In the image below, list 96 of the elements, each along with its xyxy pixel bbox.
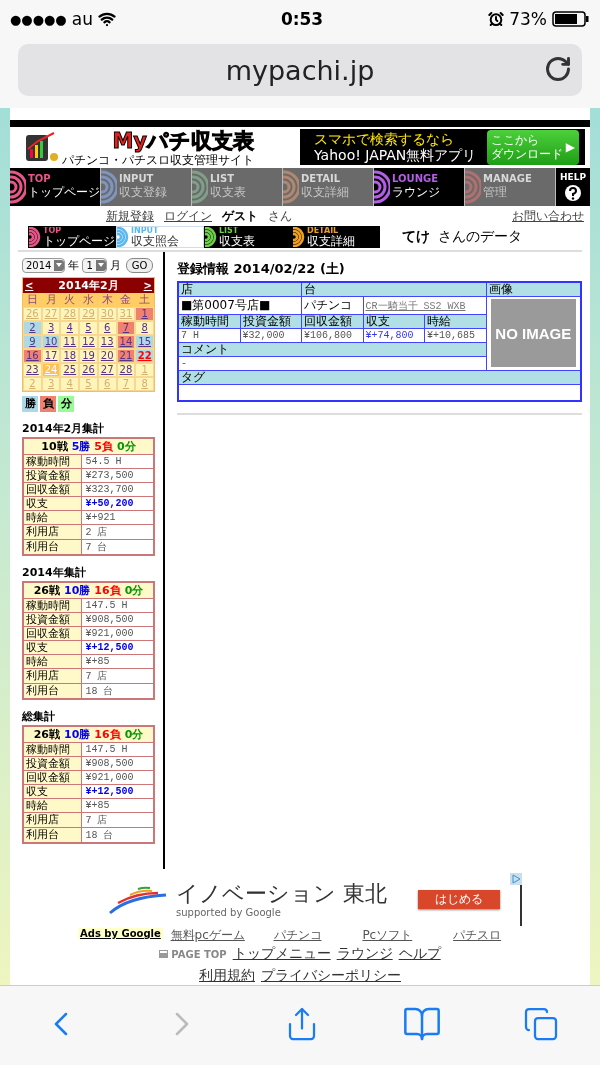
summary-value: ¥908,500	[81, 612, 154, 627]
summary-value: 54.5 H	[81, 454, 154, 469]
user-name: ゲスト	[222, 207, 258, 225]
battery-percent: 73%	[509, 9, 547, 29]
nav-tab[interactable]: LOUNGE ラウンジ	[374, 167, 464, 206]
contact-link[interactable]: お問い合わせ	[512, 207, 584, 225]
machine-type: パチンコ	[301, 296, 363, 315]
footer-link[interactable]: ラウンジ	[336, 945, 393, 963]
summary-value: ¥921,000	[81, 770, 154, 785]
account-link[interactable]: ログイン	[164, 207, 212, 225]
sub-tab[interactable]: LIST 収支表	[204, 226, 292, 249]
summary-value: ¥+12,500	[81, 784, 154, 799]
detail-title: 登録情報 2014/02/22 (土)	[177, 259, 346, 278]
chart-phone-icon	[24, 131, 58, 164]
address-bar[interactable]: mypachi.jp	[18, 44, 582, 96]
account-link[interactable]: 新規登録	[106, 207, 154, 225]
help-button[interactable]: HELP	[556, 167, 590, 206]
tabs-icon[interactable]	[523, 1005, 560, 1042]
footer-link[interactable]: プライバシーポリシー	[261, 967, 401, 985]
ads-by-google-link[interactable]: Ads by Google	[78, 928, 163, 939]
table-cell: ¥+10,685	[424, 328, 486, 343]
summary-value: ¥921,000	[81, 626, 154, 641]
alarm-icon	[488, 11, 505, 27]
summary-value: 7 店	[81, 812, 154, 828]
start-button[interactable]: はじめる	[418, 890, 500, 910]
ad-sponsor: supported by Google	[176, 907, 282, 919]
table-header: 店	[178, 281, 302, 297]
summary-value: ¥+12,500	[81, 640, 154, 655]
summary-value: 147.5 H	[81, 598, 154, 613]
summary-value: ¥+85	[81, 654, 154, 669]
footer-link[interactable]: トップメニュー	[232, 945, 331, 963]
nav-tab[interactable]: TOP トップページ	[10, 167, 100, 206]
sub-tab[interactable]: TOP トップページ	[28, 226, 116, 249]
go-button[interactable]: GO	[125, 257, 154, 273]
sub-tab[interactable]: INPUT 収支照会	[116, 226, 204, 249]
ad-title: イノベーション 東北	[176, 881, 387, 908]
calendar-title: 2014年2月	[58, 277, 119, 293]
page-top-link[interactable]: PAGE TOP	[159, 948, 227, 960]
ad-choices-icon[interactable]	[510, 873, 522, 886]
reload-icon[interactable]	[544, 55, 572, 83]
summary-value: ¥+921	[81, 510, 154, 525]
clock-time: 0:53	[280, 9, 324, 29]
table-cell: ¥+74,800	[363, 328, 425, 343]
summary-title: 総集計	[22, 708, 56, 724]
legend-item: 勝	[22, 395, 38, 412]
summary-value: 2 店	[81, 524, 154, 540]
record-header: 10戦 5勝 5負 0分	[23, 437, 154, 455]
summary-value: ¥+85	[81, 798, 154, 813]
question-mark-icon	[564, 183, 582, 202]
swoosh-logo-icon	[108, 884, 168, 915]
ad-text: Yahoo! JAPAN無料アプリ	[314, 147, 477, 164]
year-select[interactable]: 2014	[22, 257, 66, 273]
dropdown-arrow-icon	[56, 263, 63, 268]
summary-value: 147.5 H	[81, 742, 154, 757]
ad-link[interactable]: Pcソフト	[362, 927, 413, 942]
summary-value: 7 店	[81, 668, 154, 684]
carrier-name: au	[71, 9, 93, 29]
ad-headline: スマホで検索するなら	[314, 131, 455, 148]
year-label: 年	[68, 257, 80, 273]
no-image-label: NO IMAGE	[495, 324, 572, 342]
summary-title: 2014年集計	[22, 564, 87, 580]
month-select[interactable]: 1	[82, 257, 107, 273]
table-header: 画像	[486, 281, 581, 297]
site-logo[interactable]: Myパチ収支表	[112, 127, 254, 154]
summary-value: ¥+50,200	[81, 496, 154, 511]
logo-subtitle: パチンコ・パチスロ収支管理サイト	[62, 153, 254, 167]
shop-name: ■第0007号店■	[178, 296, 302, 315]
owner-suffix: さんのデータ	[438, 228, 522, 247]
table-cell: 7 H	[178, 328, 241, 343]
record-header: 26戦 10勝 16負 0分	[23, 581, 154, 599]
month-label: 月	[109, 257, 121, 273]
summary-value: ¥273,500	[81, 468, 154, 483]
dropdown-arrow-icon	[97, 263, 104, 268]
owner-name: てけ	[402, 228, 430, 247]
ad-link[interactable]: パチスロ	[453, 927, 502, 942]
table-cell: ¥106,800	[301, 328, 363, 343]
summary-title: 2014年2月集計	[22, 420, 106, 436]
page-icon	[159, 950, 169, 958]
ad-link[interactable]: パチンコ	[273, 927, 322, 942]
legend-item: 負	[40, 395, 56, 412]
prev-month-link[interactable]: <	[25, 279, 34, 291]
legend-item: 分	[58, 395, 74, 412]
sub-tab[interactable]: DETAIL 収支詳細	[292, 226, 380, 249]
next-month-link[interactable]: >	[143, 279, 152, 291]
user-suffix: さん	[268, 207, 292, 225]
summary-value: ¥908,500	[81, 756, 154, 771]
battery-icon	[552, 11, 590, 27]
summary-value: ¥323,700	[81, 482, 154, 497]
signal-strength: ●●●●●	[10, 11, 67, 27]
footer-link[interactable]: ヘルプ	[398, 945, 441, 963]
table-cell: ¥32,000	[240, 328, 302, 343]
record-header: 26戦 10勝 16負 0分	[23, 725, 154, 743]
footer-link[interactable]: 利用規約	[199, 967, 255, 985]
wifi-icon	[97, 10, 116, 28]
table-header: 台	[301, 281, 486, 297]
ad-link[interactable]: 無料pcゲーム	[170, 927, 245, 942]
